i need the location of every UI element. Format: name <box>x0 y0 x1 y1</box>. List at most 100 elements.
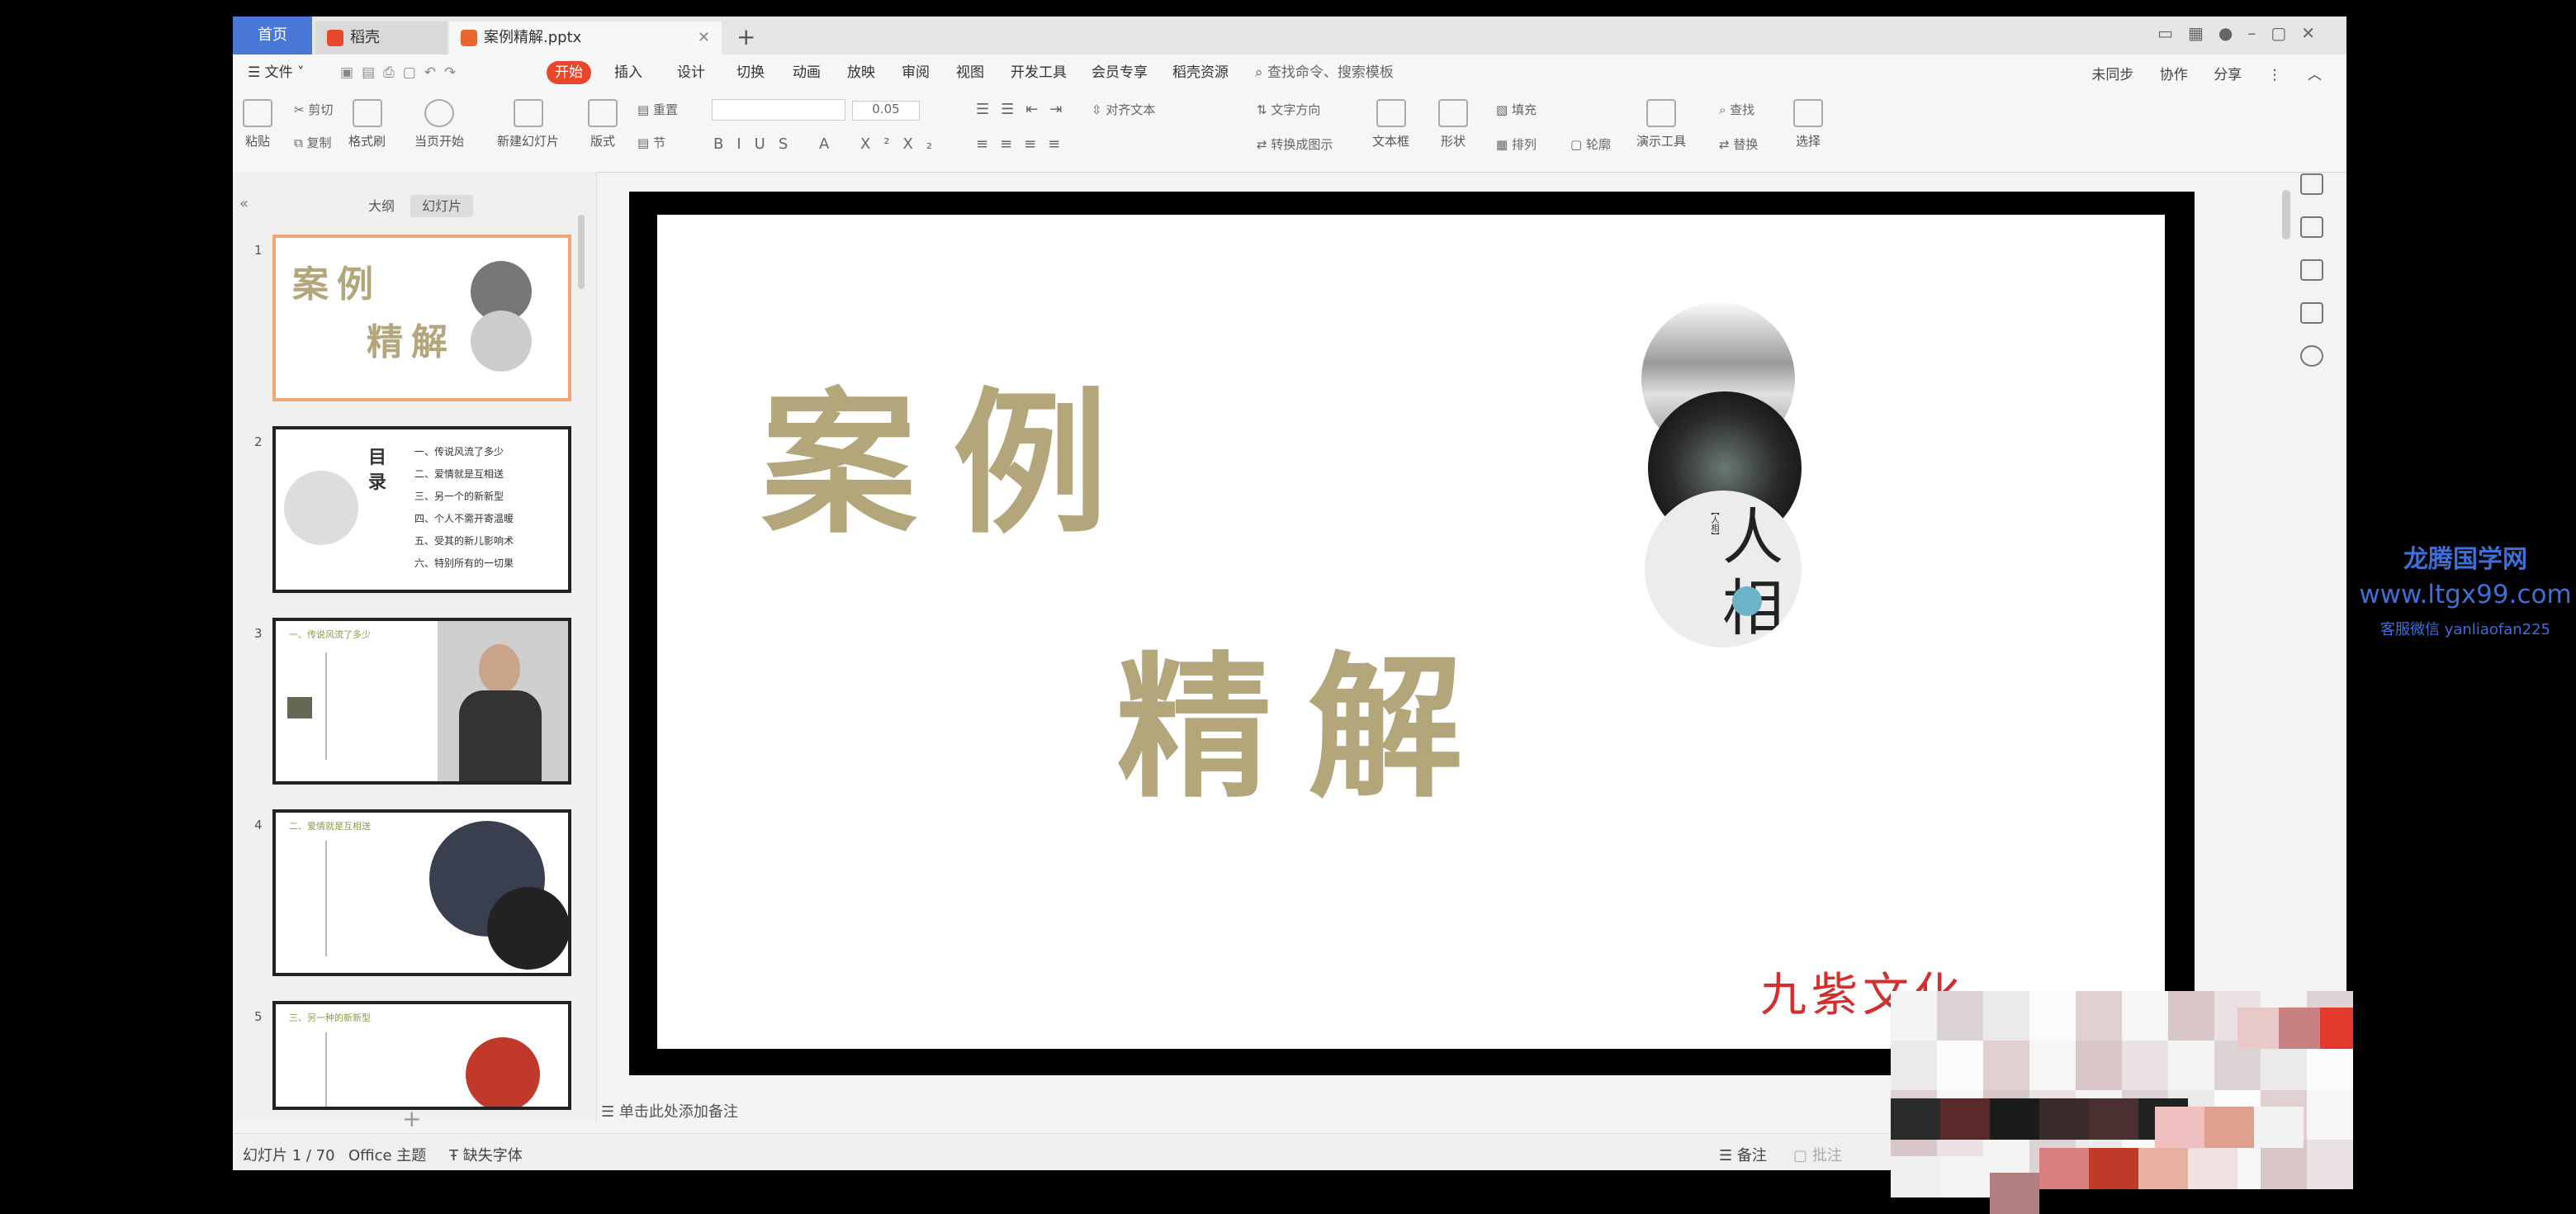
add-slide-button[interactable]: + <box>402 1105 421 1132</box>
menu-item-8[interactable]: 开发工具 <box>1002 61 1075 84</box>
paste-label: 粘贴 <box>244 134 270 149</box>
comments-icon: ▢ <box>1793 1147 1812 1164</box>
folder-icon[interactable] <box>2300 259 2323 281</box>
align-text-button[interactable]: ⇳ 对齐文本 <box>1091 101 1155 118</box>
collapse-ribbon-icon[interactable]: ︿ <box>2308 67 2322 83</box>
ink-art-label: 【人相】 <box>1709 507 1718 540</box>
format-painter-button[interactable]: 格式刷 <box>348 99 386 149</box>
minimize-icon[interactable]: – <box>2247 23 2271 43</box>
undo-icon[interactable]: ↶ <box>424 64 444 81</box>
notes-placeholder: 单击此处添加备注 <box>618 1103 738 1121</box>
slide-thumbnail-4[interactable]: 二、爱情就是互相送 <box>272 809 571 976</box>
close-window-icon[interactable]: ✕ <box>2301 23 2330 43</box>
thumb1-line2: 精解 <box>367 321 456 363</box>
mosaic-cell <box>2279 1008 2320 1049</box>
cut-button[interactable]: ✂ 剪切 <box>294 101 333 118</box>
docer-logo-icon <box>327 30 343 46</box>
new-tab-button[interactable]: + <box>736 23 755 50</box>
play-from-current-button[interactable]: 当页开始 <box>414 99 464 149</box>
outline-button[interactable]: ▢ 轮廓 <box>1570 135 1611 153</box>
font-style-buttons[interactable]: BIUS A X²X₂ <box>713 135 945 153</box>
menu-item-4[interactable]: 动画 <box>784 61 829 84</box>
fill-button[interactable]: ▧ 填充 <box>1496 101 1537 118</box>
avatar[interactable]: ● <box>2218 23 2247 43</box>
layout-button[interactable]: 版式 <box>588 99 618 149</box>
sync-button[interactable]: 未同步 <box>2091 67 2133 83</box>
pin-icon[interactable] <box>2300 216 2323 238</box>
close-tab-icon[interactable]: ✕ <box>698 21 710 55</box>
properties-icon[interactable] <box>2300 173 2323 195</box>
collab-button[interactable]: 协作 <box>2160 67 2188 83</box>
notes-area[interactable]: ☰ 单击此处添加备注 <box>601 1100 738 1122</box>
shape-button[interactable]: 形状 <box>1438 99 1468 149</box>
paragraph-buttons[interactable]: ☰☰⇤⇥ <box>976 101 1073 118</box>
menu-item-7[interactable]: 视图 <box>948 61 992 84</box>
find-button[interactable]: ⌕ 查找 <box>1719 101 1754 118</box>
tab-outline[interactable]: 大纲 <box>357 195 406 217</box>
menu-file[interactable]: ☰ 文件 ˅ <box>239 61 313 84</box>
presentation-tool-button[interactable]: 演示工具 <box>1636 99 1686 149</box>
tab-document[interactable]: 案例精解.pptx ✕ <box>449 21 722 55</box>
panel-scrollbar[interactable] <box>578 215 585 289</box>
menu-item-0[interactable]: 开始 <box>547 61 591 84</box>
menu-item-1[interactable]: 插入 <box>606 61 651 84</box>
arrange-button[interactable]: ▦ 排列 <box>1496 135 1537 153</box>
theme-name[interactable]: Office 主题 <box>348 1144 426 1165</box>
tab-slides[interactable]: 幻灯片 <box>410 195 474 217</box>
watermark-contact: 客服微信 yanliaofan225 <box>2380 621 2550 638</box>
location-icon[interactable] <box>2300 345 2323 367</box>
slide-thumbnail-5[interactable]: 三、另一种的新新型 <box>272 1001 571 1110</box>
pptx-file-icon <box>461 30 477 46</box>
preview-icon[interactable]: ▢ <box>403 64 424 81</box>
more-icon[interactable]: ⋮ <box>2268 67 2282 83</box>
menu-item-3[interactable]: 切换 <box>728 61 773 84</box>
text-direction-button[interactable]: ⇅ 文字方向 <box>1257 101 1320 118</box>
menu-item-2[interactable]: 设计 <box>669 61 713 84</box>
menu-item-9[interactable]: 会员专享 <box>1083 61 1156 84</box>
section-button[interactable]: ▤ 节 <box>637 134 665 151</box>
collapse-panel-icon[interactable]: « <box>239 195 249 212</box>
menu-item-10[interactable]: 稻壳资源 <box>1164 61 1237 84</box>
menu-item-6[interactable]: 审阅 <box>893 61 938 84</box>
missing-font-label: 缺失字体 <box>462 1147 523 1164</box>
redo-icon[interactable]: ↷ <box>444 64 464 81</box>
command-search[interactable]: ⌕ 查找命令、搜索模板 <box>1247 61 1402 84</box>
search-icon: ⌕ <box>1255 64 1267 81</box>
maximize-icon[interactable]: ▢ <box>2271 23 2301 43</box>
layout-icon[interactable]: ▭ <box>2157 23 2188 43</box>
comments-button[interactable]: ▢ 批注 <box>1793 1144 1842 1165</box>
save-icon[interactable]: ▣ <box>340 64 362 81</box>
mosaic-cell <box>2188 1148 2237 1189</box>
format-painter-label: 格式刷 <box>348 134 386 149</box>
command-search-input[interactable]: 查找命令、搜索模板 <box>1267 64 1394 81</box>
tab-docer[interactable]: 稻壳 <box>315 21 447 55</box>
text-box-button[interactable]: 文本框 <box>1372 99 1409 149</box>
pixelated-region <box>1891 991 2353 1214</box>
share-button[interactable]: 分享 <box>2214 67 2242 83</box>
slide-thumbnail-2[interactable]: 目录 一、传说风流了多少 二、爱情就是互相送 三、另一个的新新型 四、个人不需开寄温暖… <box>272 426 571 593</box>
play-label: 当页开始 <box>414 134 465 149</box>
notes-toggle-button[interactable]: ☰ 备注 <box>1719 1144 1767 1165</box>
replace-button[interactable]: ⇄ 替换 <box>1719 135 1758 153</box>
paste-button[interactable]: 粘贴 <box>243 99 272 149</box>
select-button[interactable]: 选择 <box>1793 99 1823 149</box>
tab-home[interactable]: 首页 <box>233 17 312 55</box>
font-size-select[interactable]: 0.05 <box>852 101 920 121</box>
align-buttons[interactable]: ≡≡≡≡ <box>976 135 1072 153</box>
convert-art-button[interactable]: ⇄ 转换成图示 <box>1257 135 1333 153</box>
slide-canvas[interactable]: 案例 精解 【人相】 人相 九紫文化 <box>657 215 2165 1049</box>
font-name-select[interactable] <box>712 99 845 121</box>
copy-button[interactable]: ⧉ 复制 <box>294 134 332 151</box>
menu-item-5[interactable]: 放映 <box>839 61 883 84</box>
missing-font-button[interactable]: Ŧ 缺失字体 <box>449 1144 523 1165</box>
reset-button[interactable]: ▤ 重置 <box>637 101 678 118</box>
new-slide-button[interactable]: 新建幻灯片 <box>497 99 559 149</box>
image-icon[interactable] <box>2300 302 2323 324</box>
grid-icon[interactable]: ▦ <box>2188 23 2218 43</box>
print-icon[interactable]: ⎙ <box>383 64 403 81</box>
slide-thumbnail-1[interactable]: 案例 精解 <box>272 235 571 401</box>
export-icon[interactable]: ▤ <box>362 64 383 81</box>
mosaic-cell <box>2138 1148 2188 1189</box>
slide-thumbnail-3[interactable]: 一、传说风流了多少 <box>272 618 571 785</box>
mosaic-cell <box>2089 1098 2138 1140</box>
